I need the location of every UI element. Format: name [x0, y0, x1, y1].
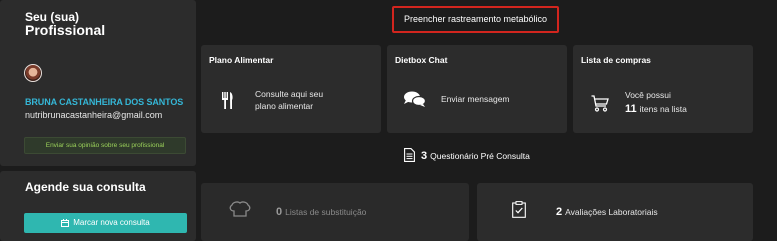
clipboard-check-icon — [512, 201, 526, 218]
meal-plan-text: Consulte aqui seu plano alimentar — [255, 88, 323, 112]
meal-plan-title: Plano Alimentar — [209, 55, 274, 65]
metabolic-tracking-button[interactable]: Preencher rastreamento metabólico — [392, 6, 559, 33]
professional-email: nutribrunacastanheira@gmail.com — [25, 110, 163, 120]
meal-plan-line2: plano alimentar — [255, 101, 314, 111]
document-icon — [404, 148, 415, 162]
questionnaire-label: Questionário Pré Consulta — [430, 151, 530, 161]
shopping-line2: itens na lista — [639, 104, 687, 114]
send-feedback-button[interactable]: Enviar sua opinião sobre seu profissiona… — [24, 137, 186, 154]
professional-name: BRUNA CASTANHEIRA DOS SANTOS — [25, 97, 184, 107]
questionnaire-link[interactable]: 3 Questionário Pré Consulta — [404, 148, 530, 162]
chat-bubbles-icon — [404, 91, 426, 107]
lab-evaluations-count: 2 — [556, 206, 563, 218]
shopping-list-text: Você possui 11 itens na lista — [625, 88, 687, 116]
schedule-button-label: Marcar nova consulta — [73, 218, 150, 227]
shopping-item-count: 11 — [625, 103, 637, 115]
calendar-icon — [61, 219, 70, 227]
substitution-lists-text: 0 Listas de substituição — [276, 206, 366, 218]
chef-hat-icon — [229, 201, 251, 217]
fork-knife-icon — [222, 92, 233, 109]
substitution-label: Listas de substituição — [285, 207, 367, 217]
substitution-count: 0 — [276, 206, 283, 218]
professional-title-line2: Profissional — [25, 22, 106, 38]
lab-evaluations-label: Avaliações Laboratoriais — [565, 207, 658, 217]
shopping-line1: Você possui — [625, 90, 671, 100]
meal-plan-line1: Consulte aqui seu — [255, 89, 324, 99]
schedule-title: Agende sua consulta — [25, 180, 146, 194]
shopping-cart-icon — [591, 95, 609, 112]
questionnaire-count: 3 — [421, 150, 428, 162]
avatar — [24, 64, 42, 82]
chat-title: Dietbox Chat — [395, 55, 448, 65]
lab-evaluations-text: 2 Avaliações Laboratoriais — [556, 206, 658, 218]
shopping-list-title: Lista de compras — [581, 55, 651, 65]
schedule-consultation-button[interactable]: Marcar nova consulta — [24, 213, 187, 233]
send-message-text: Enviar mensagem — [441, 94, 510, 104]
